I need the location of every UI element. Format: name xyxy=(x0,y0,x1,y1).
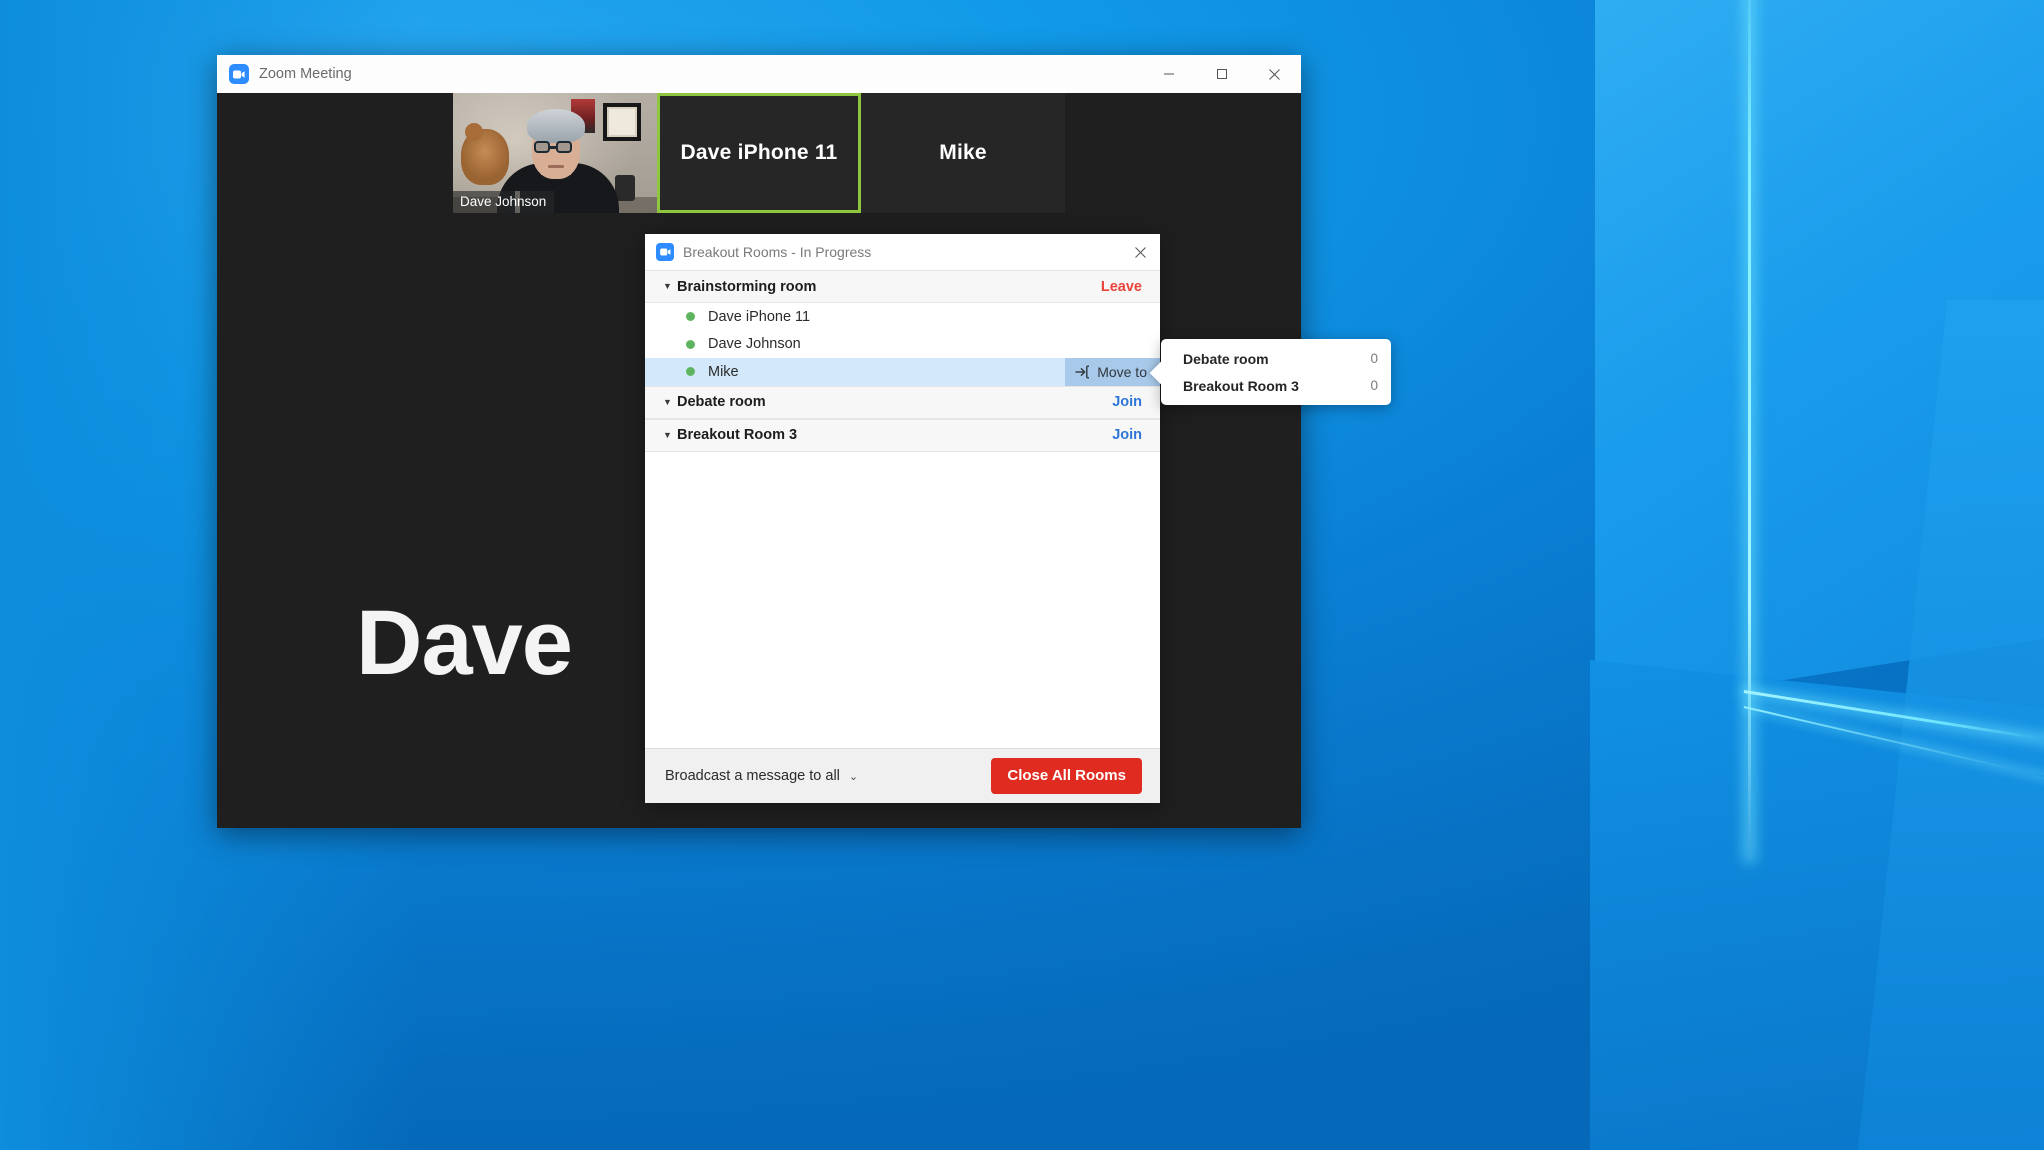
minimize-icon[interactable] xyxy=(1142,55,1195,93)
breakout-dialog-titlebar: Breakout Rooms - In Progress xyxy=(645,234,1160,270)
participant-name: Mike xyxy=(708,363,739,380)
video-tile-mike[interactable]: Mike xyxy=(861,93,1065,213)
room-header-breakout-room-3[interactable]: ▼ Breakout Room 3 Join xyxy=(645,418,1160,452)
video-tile-label: Mike xyxy=(939,141,987,164)
room-name: Breakout Room 3 xyxy=(677,427,798,443)
move-to-arrow-icon xyxy=(1075,365,1090,379)
video-tile-dave-iphone-11[interactable]: Dave iPhone 11 xyxy=(657,93,861,213)
breakout-dialog-title: Breakout Rooms - In Progress xyxy=(683,244,872,260)
close-icon[interactable] xyxy=(1126,238,1154,266)
chevron-down-icon: ⌄ xyxy=(848,770,859,783)
flyout-item-label: Breakout Room 3 xyxy=(1183,377,1299,394)
move-to-flyout-menu: Debate room 0 Breakout Room 3 0 xyxy=(1161,339,1391,405)
participant-row-selected[interactable]: Mike Move to xyxy=(645,358,1160,386)
room-leave-link[interactable]: Leave xyxy=(1101,279,1142,295)
window-titlebar: Zoom Meeting xyxy=(217,55,1301,93)
room-join-link[interactable]: Join xyxy=(1112,427,1142,443)
window-title: Zoom Meeting xyxy=(259,66,352,82)
chevron-down-icon[interactable]: ▼ xyxy=(663,397,677,407)
video-tile-dave-johnson[interactable]: Dave Johnson xyxy=(453,93,657,213)
window-controls xyxy=(1142,55,1301,93)
breakout-rooms-dialog: Breakout Rooms - In Progress ▼ Brainstor… xyxy=(645,234,1160,803)
room-header-debate-room[interactable]: ▼ Debate room Join xyxy=(645,385,1160,419)
chevron-down-icon[interactable]: ▼ xyxy=(663,430,677,440)
broadcast-message-dropdown[interactable]: Broadcast a message to all ⌄ xyxy=(665,768,991,784)
participant-name: Dave Johnson xyxy=(708,336,801,353)
room-join-link[interactable]: Join xyxy=(1112,394,1142,410)
participant-name: Dave iPhone 11 xyxy=(708,308,811,325)
status-online-icon xyxy=(686,339,695,349)
participant-row[interactable]: Dave iPhone 11 xyxy=(645,303,1160,331)
flyout-item-debate-room[interactable]: Debate room 0 xyxy=(1161,345,1391,372)
flyout-item-breakout-room-3[interactable]: Breakout Room 3 0 xyxy=(1161,372,1391,399)
move-to-label: Move to xyxy=(1097,363,1147,380)
close-all-rooms-button[interactable]: Close All Rooms xyxy=(991,758,1142,794)
broadcast-label: Broadcast a message to all xyxy=(665,768,840,784)
close-icon[interactable] xyxy=(1248,55,1301,93)
flyout-item-count: 0 xyxy=(1370,351,1378,366)
status-online-icon xyxy=(686,367,695,377)
flyout-item-count: 0 xyxy=(1370,378,1378,393)
desktop-background: Zoom Meeting Dave Johnson Dave iPhone 11… xyxy=(0,0,2044,1150)
status-online-icon xyxy=(686,312,695,322)
breakout-rooms-list: ▼ Brainstorming room Leave Dave iPhone 1… xyxy=(645,270,1160,748)
video-thumbnail-strip: Dave Johnson Dave iPhone 11 Mike xyxy=(217,93,1301,215)
flyout-item-label: Debate room xyxy=(1183,350,1269,367)
video-tile-label: Dave Johnson xyxy=(453,191,555,213)
chevron-down-icon[interactable]: ▼ xyxy=(663,282,677,291)
move-to-button[interactable]: Move to xyxy=(1065,358,1160,386)
zoom-camera-icon xyxy=(229,64,249,84)
video-tile-label: Dave iPhone 11 xyxy=(680,141,838,164)
breakout-dialog-footer: Broadcast a message to all ⌄ Close All R… xyxy=(645,748,1160,803)
room-name: Debate room xyxy=(677,394,766,410)
shared-screen-text: Dave xyxy=(356,592,573,694)
maximize-icon[interactable] xyxy=(1195,55,1248,93)
participant-row[interactable]: Dave Johnson xyxy=(645,331,1160,359)
wallpaper-glow-vertical xyxy=(1748,0,1751,860)
room-name: Brainstorming room xyxy=(677,278,817,295)
zoom-camera-icon xyxy=(656,243,674,261)
room-header-brainstorming-room[interactable]: ▼ Brainstorming room Leave xyxy=(645,270,1160,303)
